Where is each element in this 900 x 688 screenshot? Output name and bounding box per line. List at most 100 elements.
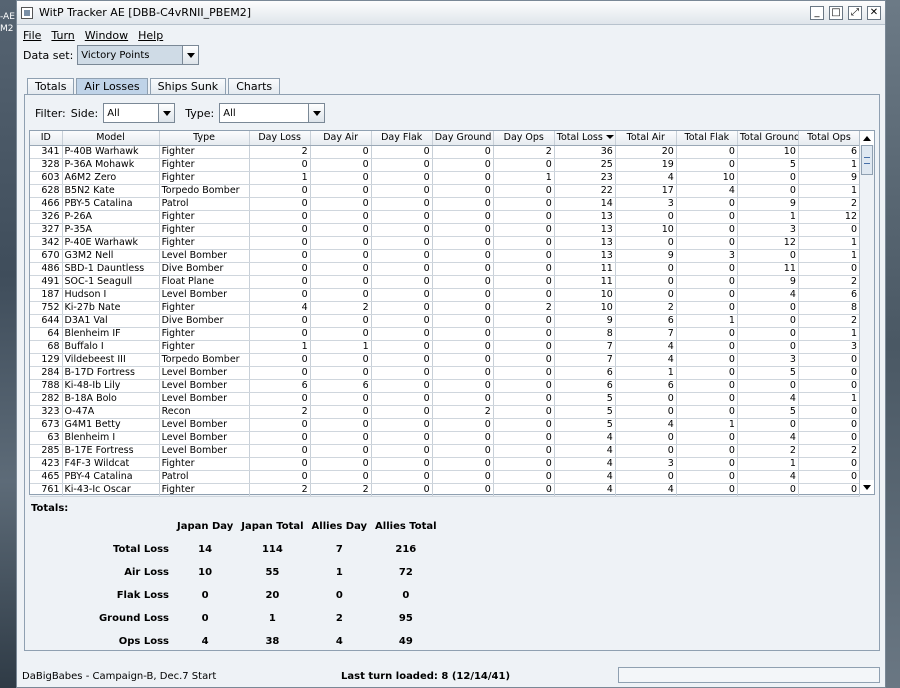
column-header[interactable]: Model (62, 131, 160, 146)
table-cell: Torpedo Bomber (159, 184, 250, 198)
table-cell: 0 (310, 353, 372, 367)
table-row[interactable]: 187 Hudson I Level Bomber 0 0 0 0 0 10 0 0 4 6 (30, 288, 861, 302)
table-row[interactable]: 129 Vildebeest III Torpedo Bomber 0 0 0 0 0 7 4 0 3… (30, 353, 861, 367)
column-header[interactable]: ID (30, 131, 63, 146)
table-row[interactable]: 670 G3M2 Nell Level Bomber 0 0 0 0 0 13 9 3 0 1 (30, 249, 861, 263)
table-cell: 0 (371, 275, 433, 289)
table-cell: 1 (798, 249, 861, 263)
table-row[interactable]: 63 Blenheim I Level Bomber 0 0 0 0 0 4 0 0 4 0 (30, 431, 861, 445)
table-row[interactable]: 465 PBY-4 Catalina Patrol 0 0 0 0 0 4 0 0 4 0 (30, 470, 861, 484)
chevron-down-icon[interactable] (308, 104, 325, 122)
column-header[interactable]: Total Loss (554, 131, 616, 146)
tab-charts[interactable]: Charts (228, 78, 281, 95)
table-cell: 0 (432, 366, 494, 380)
table-cell: Fighter (159, 340, 250, 354)
menu-help[interactable]: Help (138, 29, 163, 42)
table-row[interactable]: 326 P-26A Fighter 0 0 0 0 0 13 0 0 1 12 (30, 210, 861, 224)
table-cell: 0 (249, 327, 311, 341)
table-row[interactable]: 423 F4F-3 Wildcat Fighter 0 0 0 0 0 4 3 0 1 0 (30, 457, 861, 471)
table-row[interactable]: 466 PBY-5 Catalina Patrol 0 0 0 0 0 14 3 0 9 2 (30, 197, 861, 211)
table-cell: 0 (249, 470, 311, 484)
table-row[interactable]: 491 SOC-1 Seagull Float Plane 0 0 0 0 0 11 0 0 9 2 (30, 275, 861, 289)
table-cell: 0 (676, 288, 738, 302)
table-scrollbar[interactable] (859, 131, 874, 494)
totals-row: Total Loss 14 114 7 216 (85, 538, 441, 561)
table-row[interactable]: 284 B-17D Fortress Level Bomber 0 0 0 0 0 6 1 0 5 0 (30, 366, 861, 380)
table-cell: 2 (493, 145, 555, 159)
dataset-row: Data set: Victory Points (23, 45, 200, 65)
column-header[interactable]: Day Air (310, 131, 372, 146)
tab-totals[interactable]: Totals (27, 78, 75, 95)
tab-air-losses[interactable]: Air Losses (76, 78, 148, 95)
dataset-select[interactable]: Victory Points (77, 45, 200, 65)
table-row[interactable]: 341 P-40B Warhawk Fighter 2 0 0 0 2 36 20 0 10 6 (30, 145, 861, 159)
tab-ships-sunk[interactable]: Ships Sunk (149, 78, 227, 95)
table-row[interactable]: 486 SBD-1 Dauntless Dive Bomber 0 0 0 0 0 11 0 0 11… (30, 262, 861, 276)
table-row[interactable]: 644 D3A1 Val Dive Bomber 0 0 0 0 0 9 6 1 0 2 (30, 314, 861, 328)
table-row[interactable]: 603 A6M2 Zero Fighter 1 0 0 0 1 23 4 10 0 9 (30, 171, 861, 185)
column-header[interactable]: Total Flak (676, 131, 738, 146)
column-header[interactable]: Total Ground (737, 131, 799, 146)
scroll-up-icon[interactable] (860, 131, 874, 145)
table-cell: 0 (432, 249, 494, 263)
menu-turn[interactable]: Turn (51, 29, 74, 42)
table-cell: 2 (249, 483, 311, 497)
column-header[interactable]: Type (159, 131, 250, 146)
restore-icon[interactable]: □ (829, 5, 843, 20)
column-header[interactable]: Total Air (615, 131, 677, 146)
scroll-down-icon[interactable] (860, 480, 874, 494)
side-select[interactable]: All (103, 103, 176, 123)
table-cell: 1 (798, 327, 861, 341)
table-row[interactable]: 327 P-35A Fighter 0 0 0 0 0 13 10 0 3 0 (30, 223, 861, 237)
column-header[interactable]: Total Ops (798, 131, 861, 146)
column-header[interactable]: Day Flak (371, 131, 433, 146)
table-row[interactable]: 285 B-17E Fortress Level Bomber 0 0 0 0 0 4 0 0 2 2 (30, 444, 861, 458)
totals-value: 55 (265, 567, 280, 578)
table-cell: 0 (737, 301, 799, 315)
type-select[interactable]: All (219, 103, 326, 123)
column-header[interactable]: Day Ground (432, 131, 494, 146)
table-cell: 0 (310, 327, 372, 341)
table-cell: 0 (676, 262, 738, 276)
minimize-icon[interactable]: _ (810, 5, 824, 20)
table-cell: 0 (432, 210, 494, 224)
table-cell: 0 (371, 197, 433, 211)
table-cell: Fighter (159, 327, 250, 341)
table-row[interactable]: 282 B-18A Bolo Level Bomber 0 0 0 0 0 5 0 0 4 1 (30, 392, 861, 406)
table-row[interactable]: 628 B5N2 Kate Torpedo Bomber 0 0 0 0 0 22 17 4 0 1 (30, 184, 861, 198)
table-row[interactable]: 328 P-36A Mohawk Fighter 0 0 0 0 0 25 19 0 5 1 (30, 158, 861, 172)
app-icon (21, 6, 33, 19)
side-value: All (107, 107, 120, 119)
column-header[interactable]: Day Ops (493, 131, 555, 146)
chevron-down-icon[interactable] (158, 104, 175, 122)
table-cell: Fighter (159, 210, 250, 224)
table-cell: 752 (30, 301, 63, 315)
table-cell: 0 (737, 327, 799, 341)
table-row[interactable]: 64 Blenheim IF Fighter 0 0 0 0 0 8 7 0 0 1 (30, 327, 861, 341)
table-row[interactable]: 323 O-47A Recon 2 0 0 2 0 5 0 0 5 0 (30, 405, 861, 419)
table-cell: 0 (798, 457, 861, 471)
table-cell: 0 (432, 340, 494, 354)
table-cell: 0 (432, 379, 494, 393)
table-row[interactable]: 761 Ki-43-Ic Oscar Fighter 2 2 0 0 0 4 4 0 0 0 (30, 483, 861, 497)
column-header[interactable]: Day Loss (249, 131, 311, 146)
table-row[interactable]: 673 G4M1 Betty Level Bomber 0 0 0 0 0 5 4 1 0 0 (30, 418, 861, 432)
title-bar[interactable]: WitP Tracker AE [DBB-C4vRNII_PBEM2] _ □ … (17, 1, 885, 25)
table-row[interactable]: 788 Ki-48-Ib Lily Level Bomber 6 6 0 0 0 6 6 0 0 0 (30, 379, 861, 393)
table-row[interactable]: 68 Buffalo I Fighter 1 1 0 0 0 7 4 0 0 3 (30, 340, 861, 354)
close-icon[interactable]: ✕ (867, 5, 881, 20)
menu-window[interactable]: Window (85, 29, 128, 42)
chevron-down-icon[interactable] (182, 46, 199, 64)
table-cell: 12 (798, 210, 861, 224)
maximize-icon[interactable]: ⤢ (848, 5, 862, 20)
table-cell: 1 (676, 418, 738, 432)
table-cell: 0 (310, 184, 372, 198)
table-row[interactable]: 342 P-40E Warhawk Fighter 0 0 0 0 0 13 0 0 12 1 (30, 236, 861, 250)
scroll-thumb[interactable] (861, 145, 873, 175)
table-cell: 342 (30, 236, 63, 250)
table-row[interactable]: 752 Ki-27b Nate Fighter 4 2 0 0 2 10 2 0 0 8 (30, 301, 861, 315)
table-cell: 0 (737, 379, 799, 393)
table-cell: 328 (30, 158, 63, 172)
table-cell: P-26A (62, 210, 160, 224)
menu-file[interactable]: File (23, 29, 41, 42)
